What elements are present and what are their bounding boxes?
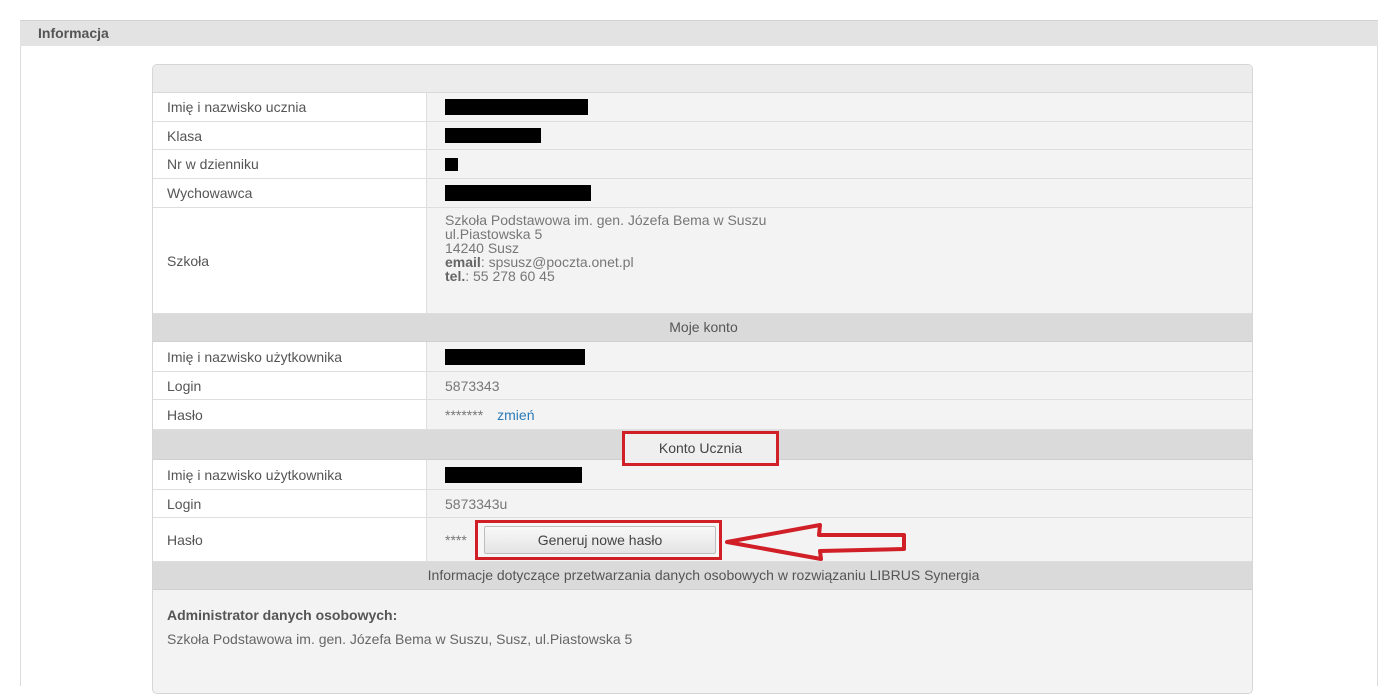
- admin-text: Szkoła Podstawowa im. gen. Józefa Bema w…: [167, 631, 633, 647]
- password-mask: *******: [445, 406, 484, 423]
- row-number: Nr w dzienniku: [153, 150, 1252, 179]
- school-city: 14240 Susz: [445, 240, 519, 256]
- row-login: Login 5873343: [153, 372, 1252, 400]
- page-header: Informacja: [20, 20, 1378, 46]
- row-student-name: Imię i nazwisko ucznia: [153, 93, 1252, 122]
- red-arrow-icon: [725, 523, 906, 561]
- row-school: Szkoła Szkoła Podstawowa im. gen. Józefa…: [153, 208, 1252, 314]
- redacted-value: [445, 128, 541, 143]
- row-label: Szkoła: [153, 208, 427, 313]
- row-label: Wychowawca: [153, 179, 427, 207]
- row-label: Imię i nazwisko użytkownika: [153, 342, 427, 371]
- row-label: Hasło: [153, 518, 427, 561]
- row-class: Klasa: [153, 122, 1252, 150]
- redacted-value: [445, 99, 588, 115]
- redacted-value: [445, 348, 585, 365]
- row-password: Hasło ******* zmień: [153, 400, 1252, 430]
- row-user-name: Imię i nazwisko użytkownika: [153, 342, 1252, 372]
- row-student-login: Login 5873343u: [153, 490, 1252, 518]
- row-label: Nr w dzienniku: [153, 150, 427, 178]
- generate-password-button[interactable]: Generuj nowe hasło: [484, 526, 716, 554]
- section-my-account: Moje konto: [153, 314, 1252, 342]
- redacted-value: [445, 185, 591, 201]
- school-phone: tel.: 55 278 60 45: [445, 268, 555, 284]
- school-street: ul.Piastowska 5: [445, 226, 543, 242]
- generate-password-highlight: Generuj nowe hasło: [475, 520, 722, 560]
- row-label: Imię i nazwisko ucznia: [153, 93, 427, 121]
- school-address: Szkoła Podstawowa im. gen. Józefa Bema w…: [445, 213, 766, 283]
- row-label: Login: [153, 372, 427, 399]
- student-login-value: 5873343u: [445, 495, 508, 512]
- redacted-value: [445, 157, 458, 171]
- info-card: Imię i nazwisko ucznia Klasa Nr w dzienn…: [152, 64, 1253, 694]
- school-name: Szkoła Podstawowa im. gen. Józefa Bema w…: [445, 212, 767, 228]
- admin-title: Administrator danych osobowych:: [167, 607, 398, 623]
- card-top: [153, 65, 1252, 93]
- section-data-processing: Informacje dotyczące przetwarzania danyc…: [153, 562, 1252, 590]
- login-value: 5873343: [445, 377, 500, 394]
- row-label: Klasa: [153, 122, 427, 149]
- redacted-value: [445, 466, 582, 483]
- row-student-user-name: Imię i nazwisko użytkownika: [153, 460, 1252, 490]
- page-title: Informacja: [38, 25, 109, 41]
- student-password-mask: ****: [445, 531, 467, 548]
- row-label: Login: [153, 490, 427, 517]
- school-email: email: spsusz@poczta.onet.pl: [445, 254, 634, 270]
- row-label: Imię i nazwisko użytkownika: [153, 460, 427, 489]
- row-label: Hasło: [153, 400, 427, 429]
- row-teacher: Wychowawca: [153, 179, 1252, 208]
- change-password-link[interactable]: zmień: [497, 407, 534, 423]
